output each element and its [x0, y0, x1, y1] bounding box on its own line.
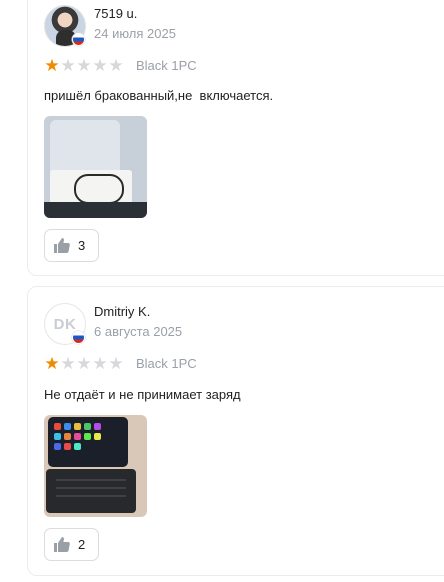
- review-date: 24 июля 2025: [94, 26, 176, 41]
- avatar[interactable]: [44, 5, 86, 47]
- star-icon: ★: [60, 354, 76, 373]
- review-text: пришёл бракованный,не включается.: [44, 88, 274, 103]
- thumbs-up-icon: [54, 537, 70, 552]
- star-icon: ★: [92, 56, 108, 75]
- review-photo[interactable]: [44, 415, 147, 517]
- star-icon: ★: [76, 354, 92, 373]
- product-variant: Black 1PC: [136, 58, 197, 73]
- star-icon: ★: [92, 354, 108, 373]
- star-icon: ★: [44, 354, 60, 373]
- star-icon: ★: [76, 56, 92, 75]
- like-count: 2: [78, 537, 86, 552]
- author-name: Dmitriy K.: [94, 304, 151, 319]
- star-icon: ★: [44, 56, 60, 75]
- review-header: DK Dmitriy K. 6 августа 2025: [44, 303, 182, 345]
- like-count: 3: [78, 238, 86, 253]
- review-date: 6 августа 2025: [94, 324, 183, 339]
- star-rating: ★ ★ ★ ★ ★: [44, 57, 124, 74]
- star-icon: ★: [108, 354, 124, 373]
- review-photo[interactable]: [44, 116, 147, 218]
- russia-flag-icon: [72, 33, 85, 46]
- review-text: Не отдаёт и не принимает заряд: [44, 387, 241, 402]
- star-rating: ★ ★ ★ ★ ★: [44, 355, 124, 372]
- star-icon: ★: [108, 56, 124, 75]
- review-header: 7519 u. 24 июля 2025: [44, 5, 176, 47]
- like-button[interactable]: 2: [44, 528, 99, 561]
- russia-flag-icon: [72, 331, 85, 344]
- product-variant: Black 1PC: [136, 356, 197, 371]
- rating-row: ★ ★ ★ ★ ★ Black 1PC: [44, 57, 197, 74]
- author-name: 7519 u.: [94, 6, 138, 21]
- thumbs-up-icon: [54, 238, 70, 253]
- rating-row: ★ ★ ★ ★ ★ Black 1PC: [44, 355, 197, 372]
- review-meta: 7519 u. 24 июля 2025: [94, 5, 176, 42]
- star-icon: ★: [60, 56, 76, 75]
- review-card: 7519 u. 24 июля 2025 ★ ★ ★ ★ ★ Black 1PC…: [27, 0, 444, 276]
- review-card: DK Dmitriy K. 6 августа 2025 ★ ★ ★ ★ ★ B…: [27, 286, 444, 576]
- review-meta: Dmitriy K. 6 августа 2025: [94, 303, 182, 340]
- like-button[interactable]: 3: [44, 229, 99, 262]
- avatar[interactable]: DK: [44, 303, 86, 345]
